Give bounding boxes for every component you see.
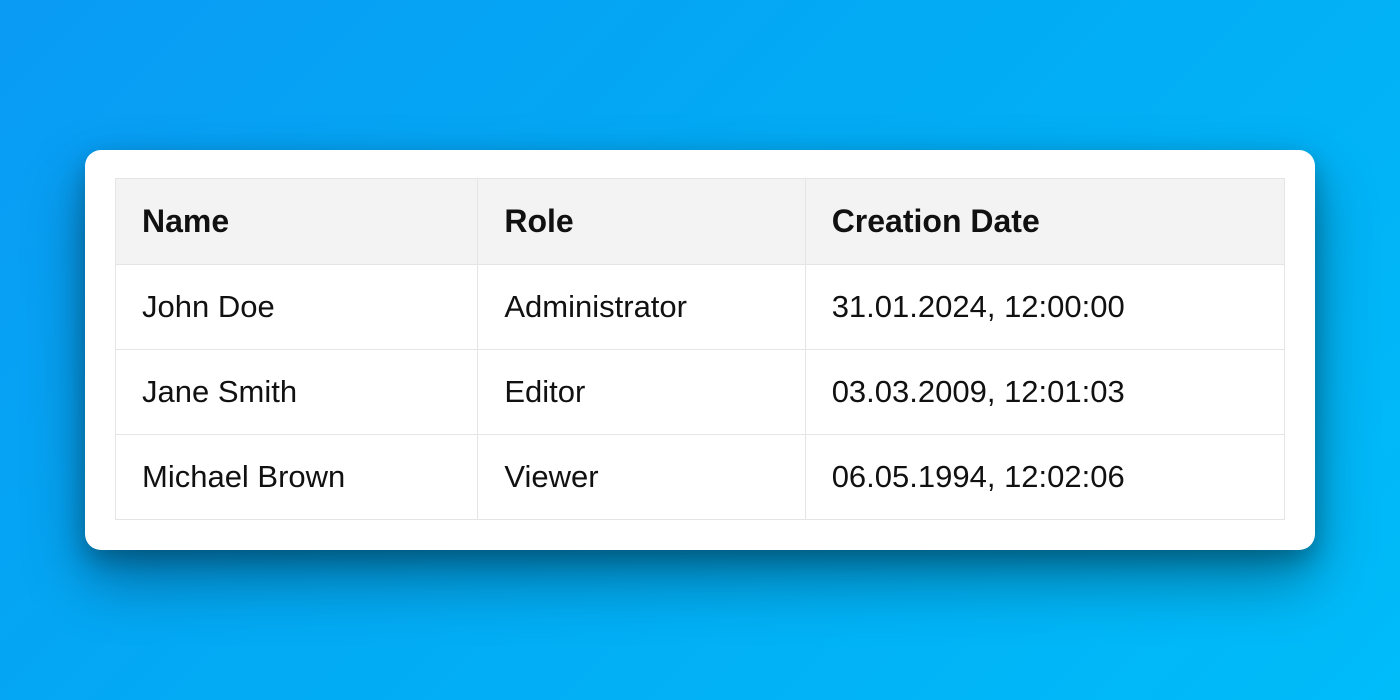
users-table: Name Role Creation Date John Doe Adminis… xyxy=(115,178,1285,520)
table-row: John Doe Administrator 31.01.2024, 12:00… xyxy=(116,265,1285,350)
cell-creation-date: 03.03.2009, 12:01:03 xyxy=(805,350,1284,435)
cell-name: Jane Smith xyxy=(116,350,478,435)
header-role: Role xyxy=(478,179,805,265)
cell-creation-date: 06.05.1994, 12:02:06 xyxy=(805,435,1284,520)
cell-name: Michael Brown xyxy=(116,435,478,520)
cell-creation-date: 31.01.2024, 12:00:00 xyxy=(805,265,1284,350)
header-creation-date: Creation Date xyxy=(805,179,1284,265)
table-card: Name Role Creation Date John Doe Adminis… xyxy=(85,150,1315,550)
cell-role: Editor xyxy=(478,350,805,435)
cell-role: Administrator xyxy=(478,265,805,350)
header-name: Name xyxy=(116,179,478,265)
cell-role: Viewer xyxy=(478,435,805,520)
table-row: Jane Smith Editor 03.03.2009, 12:01:03 xyxy=(116,350,1285,435)
table-header-row: Name Role Creation Date xyxy=(116,179,1285,265)
table-row: Michael Brown Viewer 06.05.1994, 12:02:0… xyxy=(116,435,1285,520)
cell-name: John Doe xyxy=(116,265,478,350)
